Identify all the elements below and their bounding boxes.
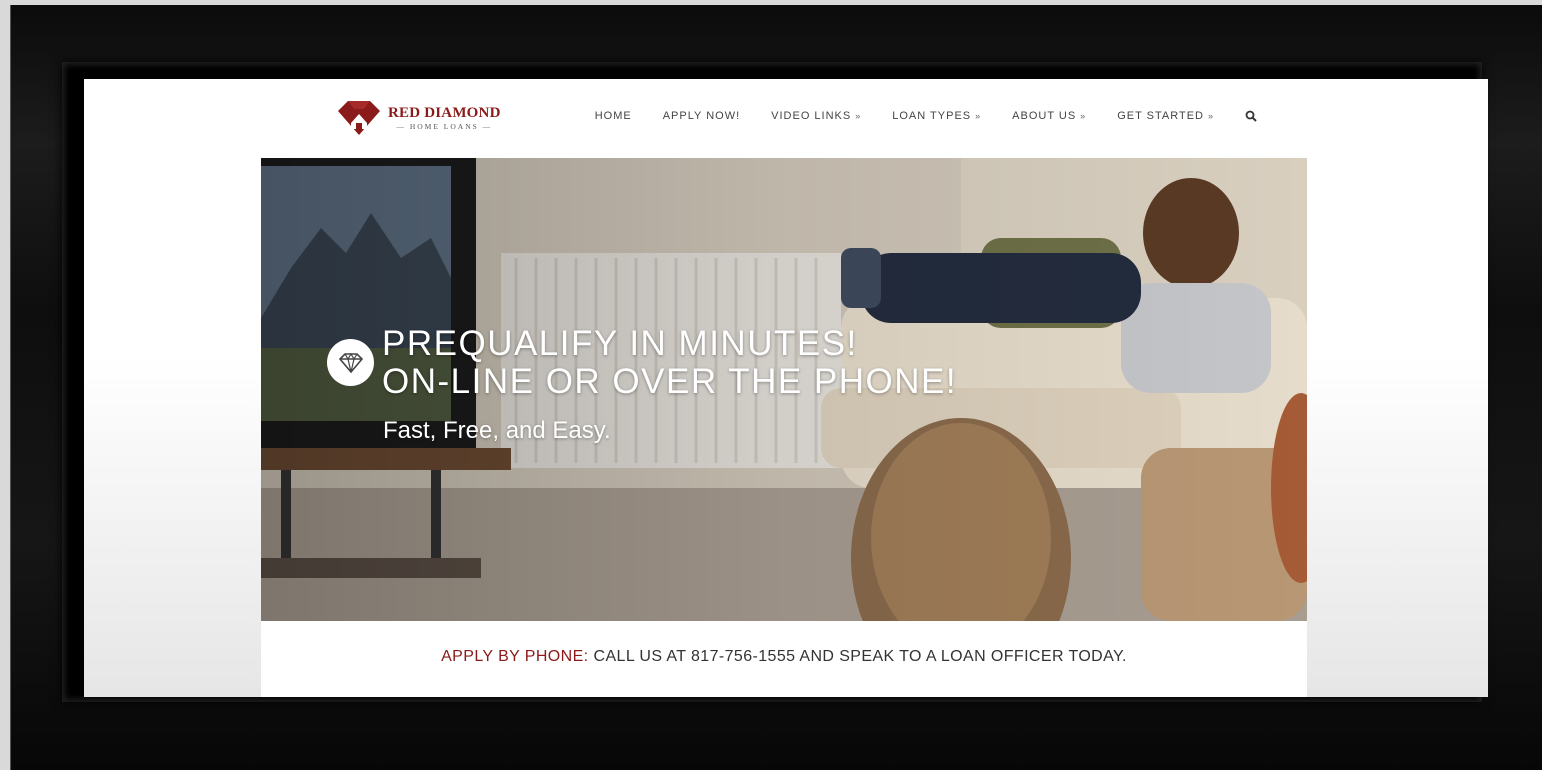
brand-tagline: — HOME LOANS — <box>396 121 493 131</box>
nav-label: GET STARTED <box>1117 110 1204 122</box>
call-text: CALL US AT 817-756-1555 AND SPEAK TO A L… <box>593 648 1127 665</box>
nav-label: LOAN TYPES <box>892 110 972 122</box>
logo-text: RED DIAMOND — HOME LOANS — <box>388 104 501 131</box>
brand-logo[interactable]: RED DIAMOND — HOME LOANS — <box>336 99 501 137</box>
call-label: APPLY BY PHONE: <box>441 648 589 665</box>
chevron-down-icon: » <box>1207 111 1214 121</box>
apply-by-phone-bar: APPLY BY PHONE: CALL US AT 817-756-1555 … <box>261 621 1307 693</box>
nav-item-video-links[interactable]: VIDEO LINKS » <box>771 110 861 122</box>
hero-title: PREQUALIFY IN MINUTES! ON-LINE OR OVER T… <box>382 325 957 401</box>
main-nav: HOME APPLY NOW! VIDEO LINKS » LOAN TYPES… <box>595 110 1257 122</box>
hero-subtitle: Fast, Free, and Easy. <box>383 417 611 444</box>
chevron-down-icon: » <box>975 111 982 121</box>
chevron-down-icon: » <box>855 111 862 121</box>
nav-label: HOME <box>594 110 632 122</box>
nav-item-loan-types[interactable]: LOAN TYPES » <box>892 110 981 122</box>
hero-banner: PREQUALIFY IN MINUTES! ON-LINE OR OVER T… <box>261 158 1307 621</box>
nav-item-apply-now[interactable]: APPLY NOW! <box>663 110 740 122</box>
brand-name: RED DIAMOND <box>388 104 501 121</box>
nav-item-home[interactable]: HOME <box>595 110 632 122</box>
diamond-badge <box>327 339 374 386</box>
nav-label: VIDEO LINKS <box>771 110 852 122</box>
nav-item-about-us[interactable]: ABOUT US » <box>1012 110 1086 122</box>
chevron-down-icon: » <box>1080 111 1087 121</box>
site-header: RED DIAMOND — HOME LOANS — HOME APPLY NO… <box>261 79 1307 158</box>
diamond-icon <box>338 352 363 373</box>
nav-label: APPLY NOW! <box>662 110 741 122</box>
hero-title-line-2: ON-LINE OR OVER THE PHONE! <box>382 362 958 401</box>
web-page: RED DIAMOND — HOME LOANS — HOME APPLY NO… <box>261 79 1307 697</box>
red-diamond-logo-icon <box>338 101 380 135</box>
nav-label: ABOUT US <box>1012 110 1077 122</box>
search-icon[interactable] <box>1245 110 1257 122</box>
nav-item-get-started[interactable]: GET STARTED » <box>1117 110 1214 122</box>
hero-title-line-1: PREQUALIFY IN MINUTES! <box>382 324 858 363</box>
screenshot-canvas: RED DIAMOND — HOME LOANS — HOME APPLY NO… <box>84 79 1488 697</box>
